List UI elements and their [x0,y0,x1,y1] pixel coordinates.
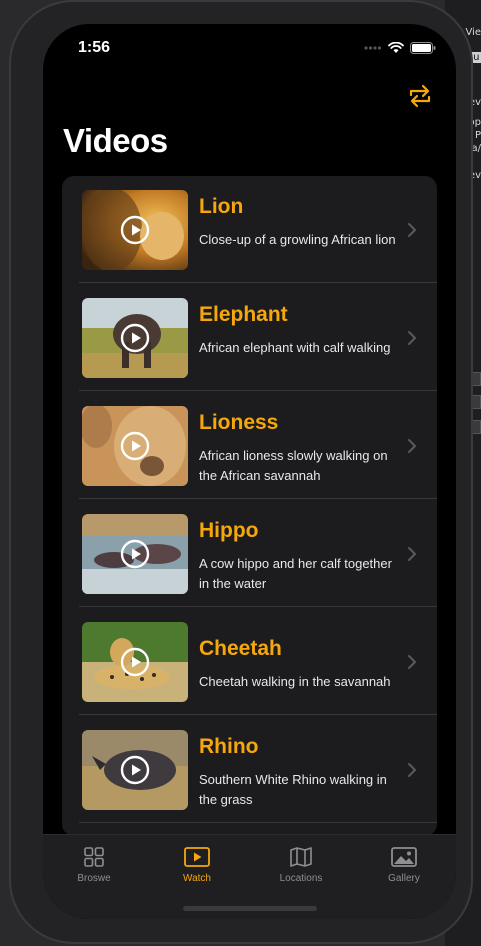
cellular-icon [364,46,382,50]
chevron-right-icon [408,439,417,453]
video-description: Southern White Rhino walking in the gras… [199,772,387,807]
row-divider [79,714,437,715]
chevron-right-icon [408,763,417,777]
tab-label: Broswe [77,873,111,884]
video-list: Lion Close-up of a growling African lion [62,176,437,836]
tab-label: Watch [183,873,211,884]
map-icon [290,847,312,867]
video-thumbnail [82,730,188,810]
home-indicator [183,906,317,911]
play-icon [120,431,150,461]
play-icon [120,755,150,785]
video-title: Hippo [199,519,259,542]
battery-icon [410,42,436,54]
phone-frame: 1:56 Videos Lion Close-up of a growling … [9,0,473,944]
play-icon [120,323,150,353]
tab-watch[interactable]: Watch [152,845,242,884]
sync-icon [409,84,431,108]
chevron-right-icon [408,547,417,561]
video-description: Close-up of a growling African lion [199,232,396,247]
status-time: 1:56 [78,39,111,56]
chevron-right-icon [408,655,417,669]
tab-gallery[interactable]: Gallery [359,845,449,884]
video-thumbnail [82,406,188,486]
tab-label: Gallery [388,873,420,884]
video-thumbnail [82,190,188,270]
row-divider [79,390,437,391]
page-title: Videos [63,122,168,159]
video-description: A cow hippo and her calf together in the… [199,556,392,591]
status-icons [364,42,436,54]
photo-icon [391,847,417,867]
video-row-hippo[interactable]: Hippo A cow hippo and her calf together … [62,500,437,607]
background-text: Vie [465,27,481,38]
video-description: Cheetah walking in the savannah [199,674,391,689]
video-row-lion[interactable]: Lion Close-up of a growling African lion [62,176,437,283]
video-title: Cheetah [199,637,282,660]
play-icon [120,539,150,569]
tab-locations[interactable]: Locations [256,845,346,884]
sync-button[interactable] [405,82,435,110]
video-thumbnail [82,622,188,702]
row-divider [79,282,437,283]
video-title: Elephant [199,303,288,326]
notch [135,24,365,56]
row-divider [79,606,437,607]
video-thumbnail [82,514,188,594]
tab-label: Locations [279,873,323,884]
grid-icon [84,847,104,867]
app-screen: 1:56 Videos Lion Close-up of a growling … [43,24,456,919]
play-rect-icon [184,847,210,867]
video-thumbnail [82,298,188,378]
row-divider [79,822,437,823]
play-icon [120,647,150,677]
video-row-elephant[interactable]: Elephant African elephant with calf walk… [62,284,437,391]
video-title: Lioness [199,411,279,434]
chevron-right-icon [408,223,417,237]
tab-browse[interactable]: Broswe [49,845,139,884]
chevron-right-icon [408,331,417,345]
video-row-rhino[interactable]: Rhino Southern White Rhino walking in th… [62,716,437,823]
video-description: African elephant with calf walking [199,340,391,355]
video-row-lioness[interactable]: Lioness African lioness slowly walking o… [62,392,437,499]
row-divider [79,498,437,499]
video-title: Lion [199,195,244,218]
tab-bar: Broswe Watch Locations Gallery [43,834,456,919]
play-icon [120,215,150,245]
video-row-cheetah[interactable]: Cheetah Cheetah walking in the savannah [62,608,437,715]
video-title: Rhino [199,735,259,758]
background-text: P [474,130,481,141]
video-description: African lioness slowly walking on the Af… [199,448,388,483]
wifi-icon [388,42,404,53]
